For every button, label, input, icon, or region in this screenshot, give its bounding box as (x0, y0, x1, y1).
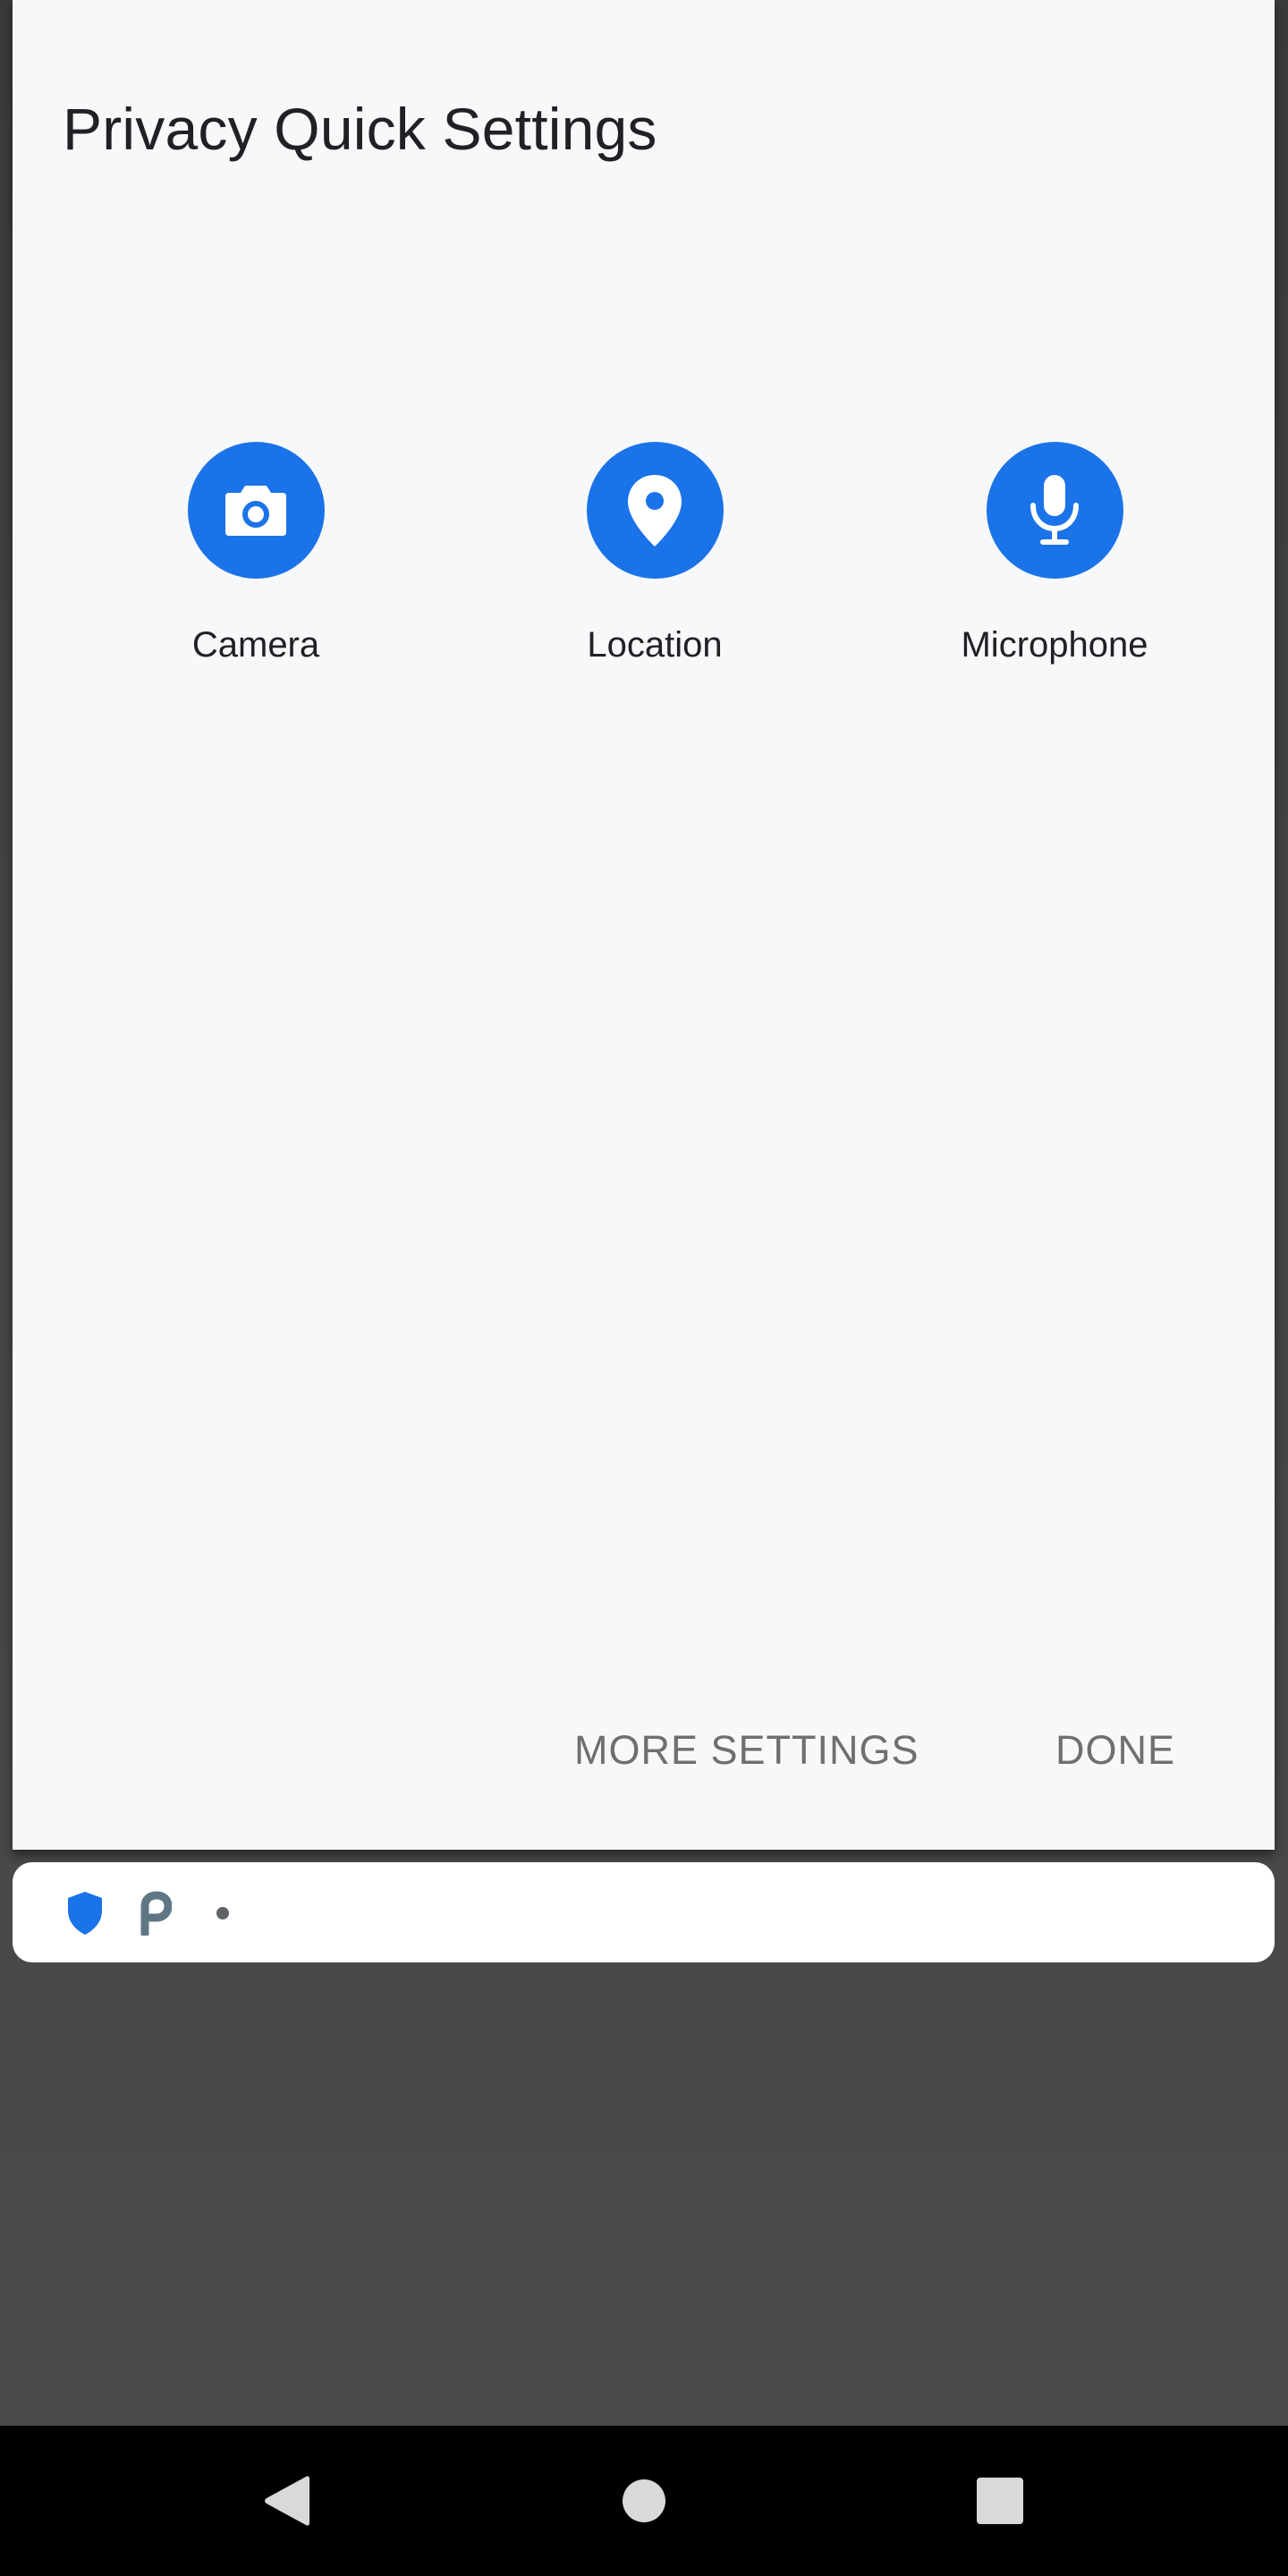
microphone-label: Microphone (961, 625, 1148, 665)
back-icon (265, 2476, 309, 2526)
microphone-toggle-circle[interactable] (986, 442, 1123, 579)
location-pin-icon (628, 474, 682, 547)
location-label: Location (587, 625, 723, 665)
navigation-bar (0, 2426, 1288, 2576)
camera-toggle-circle[interactable] (187, 442, 325, 579)
location-toggle[interactable]: Location (507, 442, 802, 683)
shield-icon (68, 1892, 102, 1935)
recents-icon (977, 2478, 1023, 2524)
location-toggle-circle[interactable] (586, 442, 724, 579)
dialog-title: Privacy Quick Settings (63, 96, 657, 162)
home-icon (623, 2479, 665, 2522)
back-button[interactable] (224, 2426, 349, 2576)
privacy-quick-settings-dialog: Privacy Quick Settings Camera Location M… (13, 0, 1275, 1850)
camera-toggle[interactable]: Camera (108, 442, 403, 683)
more-dot-icon (216, 1907, 229, 1919)
more-settings-button[interactable]: MORE SETTINGS (574, 1719, 919, 1782)
home-button[interactable] (581, 2426, 707, 2576)
camera-icon (225, 485, 286, 536)
notification-strip[interactable] (13, 1862, 1275, 1962)
p-app-icon (140, 1891, 172, 1936)
recents-button[interactable] (937, 2426, 1063, 2576)
done-button[interactable]: DONE (1055, 1719, 1175, 1782)
camera-label: Camera (191, 625, 320, 665)
microphone-icon (1030, 474, 1079, 545)
microphone-toggle[interactable]: Microphone (907, 442, 1202, 683)
